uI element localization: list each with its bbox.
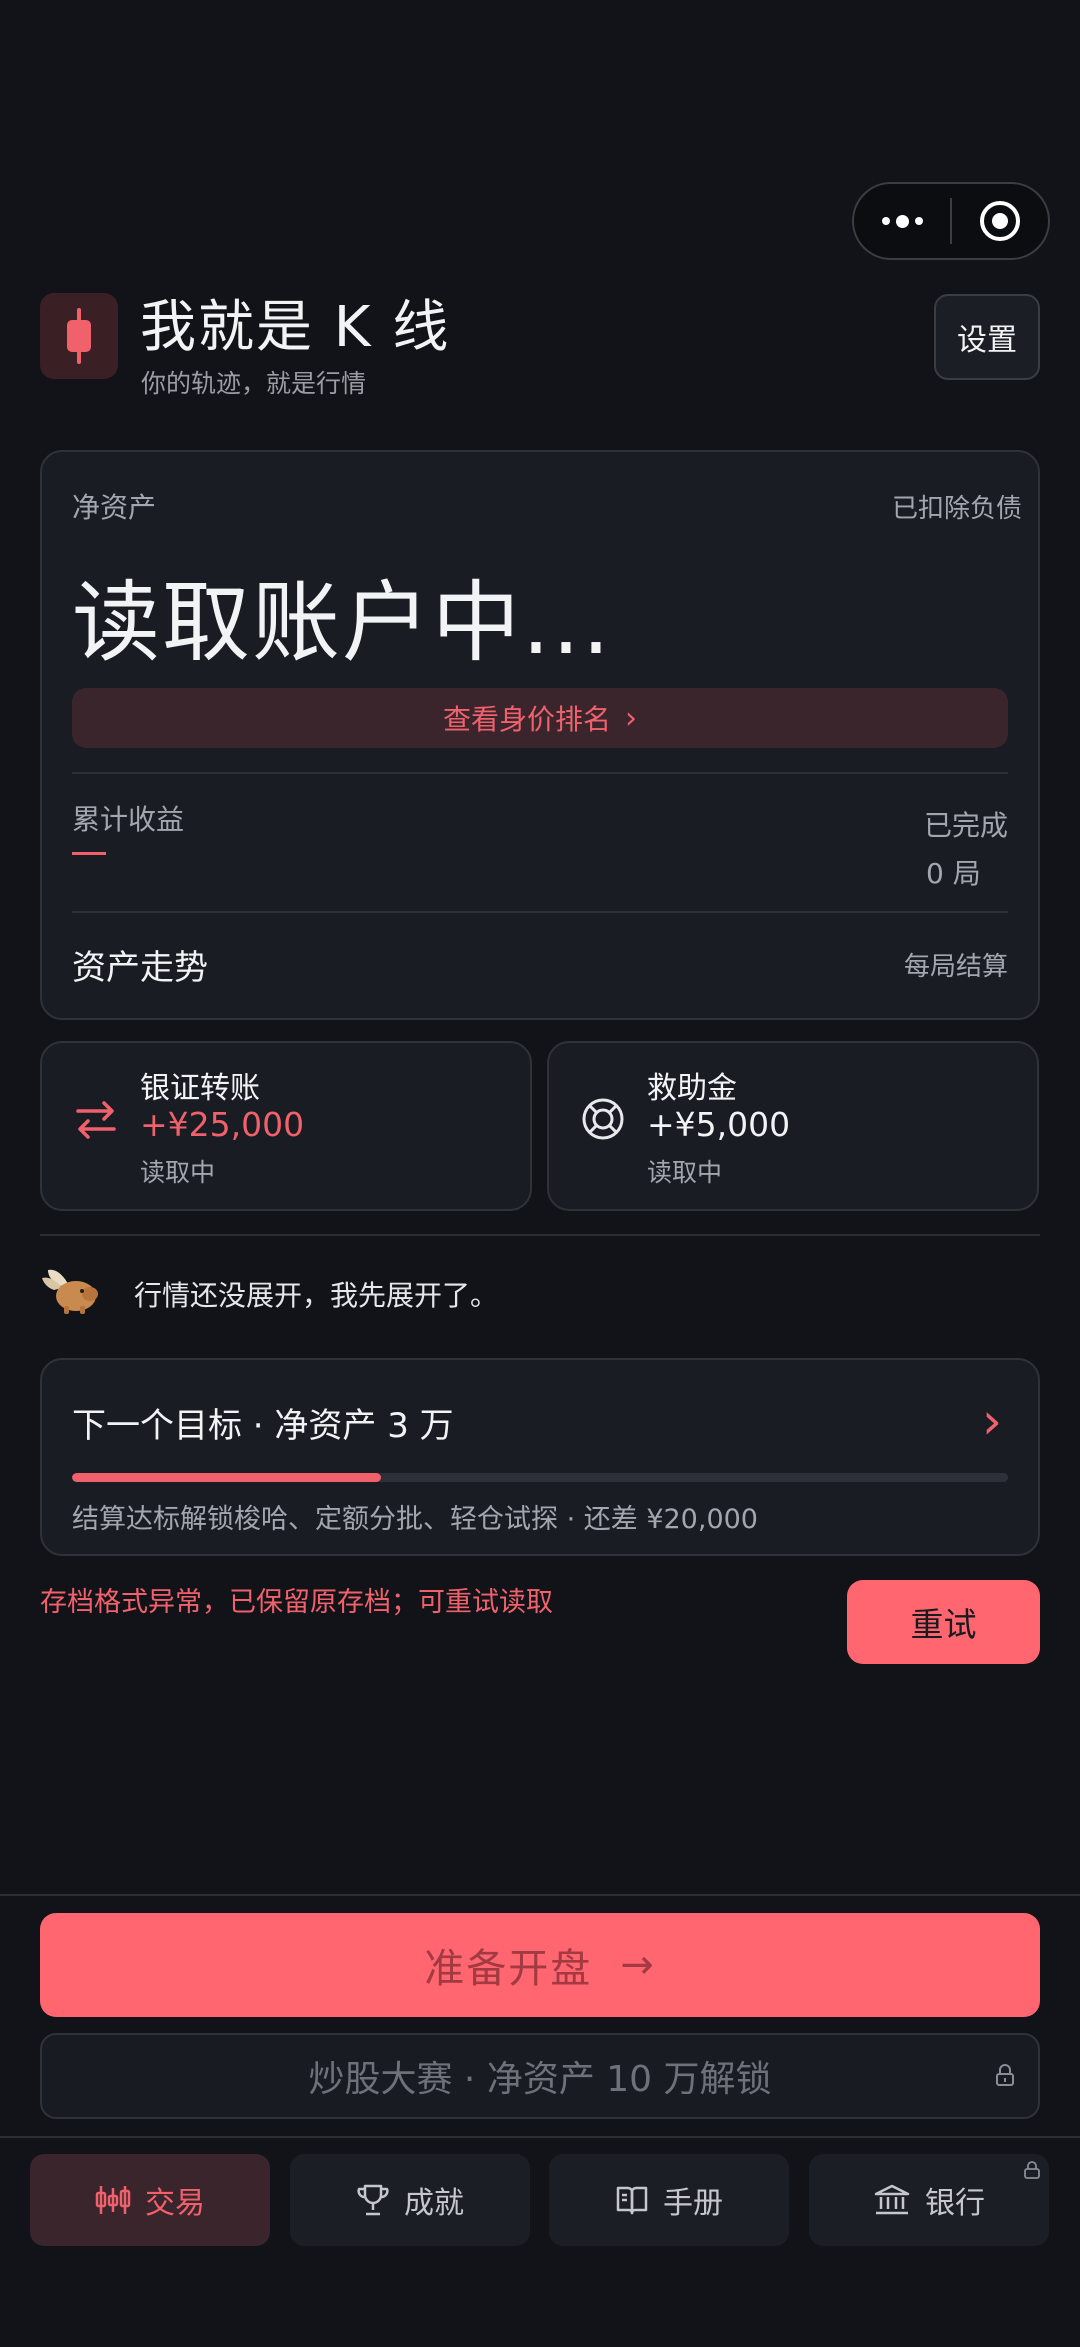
- tab-manual-label: 手册: [663, 2186, 723, 2221]
- view-rank-button[interactable]: 查看身价排名 ›: [72, 688, 1008, 748]
- relief-fund-card[interactable]: 救助金 +¥5,000 读取中: [547, 1041, 1039, 1211]
- relief-title: 救助金: [647, 1071, 737, 1106]
- close-miniprogram-button[interactable]: [952, 184, 1048, 258]
- tab-bank[interactable]: 银行: [809, 2154, 1049, 2246]
- asset-trend-title: 资产走势: [72, 948, 208, 988]
- goal-title: 下一个目标 · 净资产 3 万: [72, 1406, 454, 1446]
- view-rank-label: 查看身价排名: [442, 703, 611, 736]
- transfer-amount: +¥25,000: [140, 1105, 305, 1144]
- miniprogram-capsule: [852, 182, 1050, 260]
- bank-transfer-card[interactable]: 银证转账 +¥25,000 读取中: [40, 1041, 532, 1211]
- app-title: 我就是 K 线: [140, 295, 451, 360]
- relief-amount: +¥5,000: [647, 1105, 791, 1144]
- card-divider: [72, 911, 1008, 913]
- card-divider: [72, 772, 1008, 774]
- lifebuoy-icon: [582, 1098, 624, 1140]
- start-trading-label: 准备开盘: [424, 1946, 593, 1992]
- trophy-icon: [357, 2184, 389, 2216]
- asset-trend-note: 每局结算: [903, 952, 1008, 982]
- tabbar-divider: [0, 2136, 1080, 2138]
- chevron-right-icon: ›: [625, 700, 637, 736]
- tab-manual[interactable]: 手册: [549, 2154, 789, 2246]
- lock-icon: [996, 2064, 1014, 2086]
- app-logo: [40, 293, 118, 379]
- tab-achievements-label: 成就: [404, 2186, 464, 2221]
- app-subtitle: 你的轨迹，就是行情: [141, 369, 367, 398]
- tab-trade[interactable]: 交易: [30, 2154, 270, 2246]
- transfer-arrows-icon: [76, 1101, 116, 1139]
- lock-icon: [1024, 2161, 1040, 2179]
- tab-achievements[interactable]: 成就: [290, 2154, 530, 2246]
- mascot-message: 行情还没展开，我先展开了。: [134, 1279, 499, 1312]
- net-asset-note: 已扣除负债: [891, 494, 1022, 524]
- start-trading-button[interactable]: 准备开盘 →: [40, 1913, 1040, 2017]
- completed-value: 0 局: [926, 857, 981, 890]
- chevron-right-icon[interactable]: ›: [982, 1396, 1002, 1446]
- contest-locked-button[interactable]: 炒股大赛 · 净资产 10 万解锁: [40, 2033, 1040, 2119]
- save-error-message: 存档格式异常，已保留原存档；可重试读取: [40, 1587, 553, 1618]
- tab-bank-label: 银行: [925, 2186, 985, 2221]
- goal-progress-fill: [72, 1473, 381, 1482]
- profit-label: 累计收益: [72, 803, 185, 836]
- more-dots-icon: [881, 214, 923, 228]
- retry-button[interactable]: 重试: [847, 1580, 1040, 1664]
- candlestick-icon: [95, 2186, 131, 2214]
- contest-label: 炒股大赛 · 净资产 10 万解锁: [308, 2059, 772, 2100]
- relief-status: 读取中: [647, 1158, 723, 1187]
- net-asset-label: 净资产: [72, 491, 157, 524]
- goal-description: 结算达标解锁梭哈、定额分批、轻仓试探 · 还差 ¥20,000: [72, 1504, 758, 1535]
- arrow-right-icon: →: [620, 1942, 656, 1988]
- profit-empty-dash: [72, 852, 106, 855]
- more-button[interactable]: [854, 184, 950, 258]
- bank-icon: [874, 2184, 910, 2215]
- bottom-divider: [0, 1894, 1080, 1896]
- transfer-title: 银证转账: [140, 1071, 260, 1106]
- winged-pig-mascot-icon: [42, 1269, 98, 1314]
- tab-trade-label: 交易: [145, 2186, 205, 2221]
- book-icon: [616, 2186, 648, 2215]
- settings-button[interactable]: 设置: [934, 294, 1040, 380]
- transfer-status: 读取中: [140, 1158, 216, 1187]
- net-asset-value: 读取账户中...: [72, 571, 612, 674]
- goal-progress-bar: [72, 1473, 1008, 1482]
- section-divider: [40, 1234, 1040, 1236]
- target-close-icon: [980, 201, 1020, 241]
- completed-label: 已完成: [923, 809, 1008, 842]
- candle-logo-icon: [67, 308, 91, 364]
